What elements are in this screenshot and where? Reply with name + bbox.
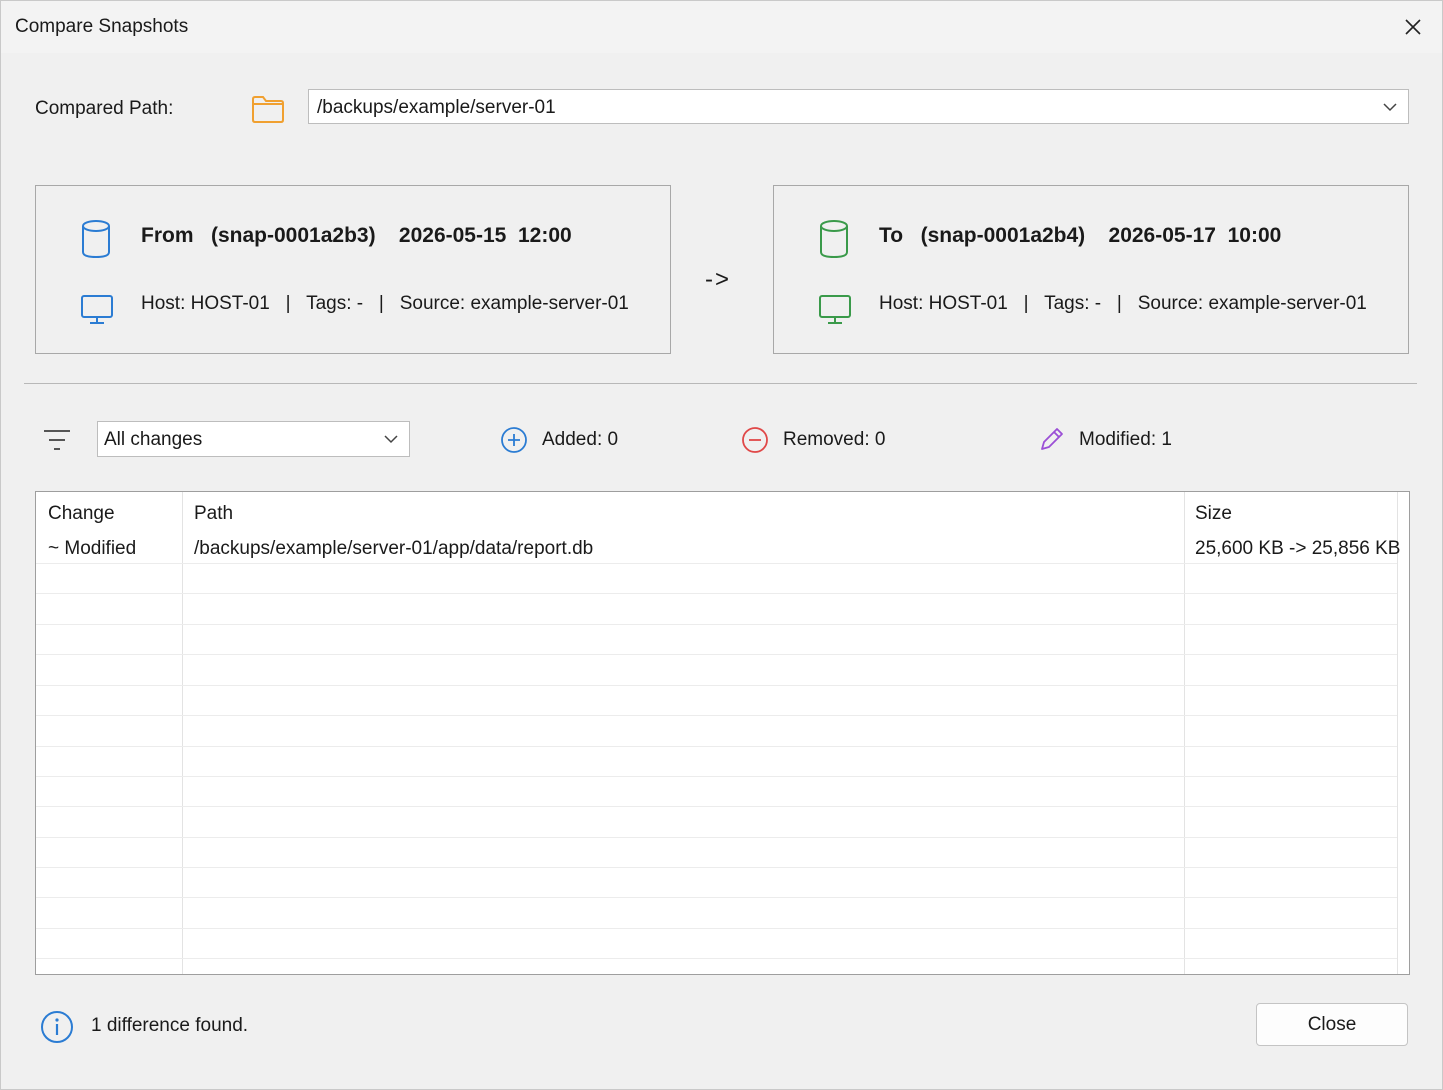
chevron-down-icon[interactable] <box>383 431 399 447</box>
removed-count-label: Removed: 0 <box>783 429 886 450</box>
close-window-button[interactable] <box>1398 12 1428 42</box>
added-count-label: Added: 0 <box>542 429 619 450</box>
monitor-icon <box>819 295 851 324</box>
grid-line <box>36 593 1397 594</box>
window-title: Compare Snapshots <box>15 16 189 37</box>
added-count: Added: 0 <box>500 425 618 455</box>
grid-line <box>36 837 1397 838</box>
grid-line <box>36 715 1397 716</box>
database-icon <box>820 220 848 259</box>
column-header-change[interactable]: Change <box>48 503 115 525</box>
to-snapshot-heading: To (snap-0001a2b4) 2026-05-17 10:00 <box>879 224 1282 247</box>
title-bar: Compare Snapshots <box>1 1 1442 53</box>
info-icon <box>41 1011 73 1043</box>
filter-icon <box>44 430 70 450</box>
changes-table[interactable]: Change Path Size ~ Modified /backups/exa… <box>35 491 1410 975</box>
removed-count: Removed: 0 <box>741 425 885 455</box>
grid-line <box>36 867 1397 868</box>
minus-circle-icon <box>742 427 768 453</box>
column-separator <box>1397 492 1398 974</box>
change-filter-value: All changes <box>104 429 203 450</box>
browse-folder-button[interactable] <box>250 91 286 130</box>
from-snapshot-heading: From (snap-0001a2b3) 2026-05-15 12:00 <box>141 224 572 247</box>
plus-circle-icon <box>501 427 527 453</box>
grid-line <box>36 776 1397 777</box>
compared-path-value: /backups/example/server-01 <box>317 97 556 118</box>
compared-path-label: Compared Path: <box>35 98 174 119</box>
compare-snapshots-dialog: Compare Snapshots Compared Path: /backup… <box>0 0 1443 1090</box>
column-header-path[interactable]: Path <box>194 503 233 525</box>
folder-icon <box>252 96 284 123</box>
compared-path-combobox[interactable]: /backups/example/server-01 <box>308 89 1409 124</box>
grid-line <box>36 654 1397 655</box>
row-path: /backups/example/server-01/app/data/repo… <box>194 538 594 559</box>
row-change: ~ Modified <box>48 538 137 559</box>
column-header-size[interactable]: Size <box>1195 503 1232 525</box>
direction-arrow: -> <box>705 266 732 293</box>
grid-line <box>36 958 1397 959</box>
row-size: 25,600 KB -> 25,856 KB <box>1195 538 1401 559</box>
change-filter-combobox[interactable]: All changes <box>97 421 410 457</box>
grid-line <box>36 563 1397 564</box>
modified-count-label: Modified: 1 <box>1079 429 1172 450</box>
column-separator <box>182 492 183 974</box>
grid-line <box>36 685 1397 686</box>
close-icon <box>1405 19 1421 35</box>
chevron-down-icon[interactable] <box>1382 99 1398 115</box>
close-button[interactable]: Close <box>1256 1003 1408 1046</box>
to-snapshot-panel: To (snap-0001a2b4) 2026-05-17 10:00 Host… <box>773 185 1409 354</box>
monitor-icon <box>81 295 113 324</box>
grid-line <box>36 806 1397 807</box>
status-message: 1 difference found. <box>91 1015 249 1036</box>
database-icon <box>82 220 110 259</box>
from-snapshot-panel: From (snap-0001a2b3) 2026-05-15 12:00 Ho… <box>35 185 671 354</box>
to-snapshot-meta: Host: HOST-01 | Tags: - | Source: exampl… <box>879 293 1367 314</box>
pencil-icon <box>1041 428 1063 450</box>
from-snapshot-meta: Host: HOST-01 | Tags: - | Source: exampl… <box>141 293 629 314</box>
column-separator <box>1184 492 1185 974</box>
grid-line <box>36 897 1397 898</box>
grid-line <box>36 624 1397 625</box>
modified-count: Modified: 1 <box>1037 425 1172 455</box>
section-divider <box>24 383 1417 384</box>
grid-line <box>36 746 1397 747</box>
grid-line <box>36 928 1397 929</box>
